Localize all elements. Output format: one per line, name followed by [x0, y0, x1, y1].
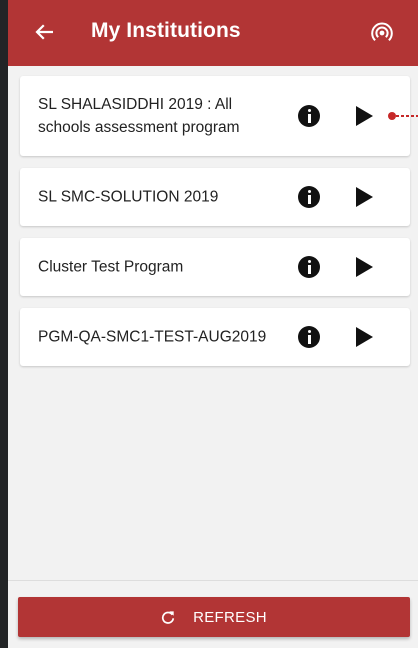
info-icon[interactable] — [298, 326, 320, 348]
program-name: Cluster Test Program — [38, 258, 184, 276]
annotation-pointer-icon — [388, 112, 418, 120]
play-icon[interactable] — [356, 257, 373, 277]
refresh-button[interactable]: REFRESH — [18, 597, 410, 637]
program-name: SL SHALASIDDHI 2019 : All schools assess… — [38, 96, 240, 136]
arrow-left-icon — [35, 24, 53, 40]
play-icon[interactable] — [356, 187, 373, 207]
back-button[interactable] — [32, 20, 56, 44]
refresh-label: REFRESH — [193, 608, 267, 626]
program-card[interactable]: PGM-QA-SMC1-TEST-AUG2019 — [20, 308, 410, 366]
broadcast-icon — [371, 22, 393, 42]
play-icon[interactable] — [356, 106, 373, 126]
program-name: PGM-QA-SMC1-TEST-AUG2019 — [38, 328, 267, 346]
program-card[interactable]: SL SMC-SOLUTION 2019 — [20, 168, 410, 226]
info-icon[interactable] — [298, 186, 320, 208]
program-card[interactable]: Cluster Test Program — [20, 238, 410, 296]
page-title: My Institutions — [91, 19, 241, 42]
info-icon[interactable] — [298, 105, 320, 127]
program-card[interactable]: SL SHALASIDDHI 2019 : All schools assess… — [20, 76, 410, 156]
footer-divider — [8, 580, 418, 581]
play-icon[interactable] — [356, 327, 373, 347]
app-bar: My Institutions — [8, 0, 418, 66]
program-name: SL SMC-SOLUTION 2019 — [38, 188, 219, 206]
info-icon[interactable] — [298, 256, 320, 278]
refresh-icon — [162, 611, 175, 624]
broadcast-button[interactable] — [370, 21, 394, 45]
program-list: SL SHALASIDDHI 2019 : All schools assess… — [20, 76, 418, 378]
app-screen: My Institutions SL SHALASIDDHI 2019 : Al… — [8, 0, 418, 648]
